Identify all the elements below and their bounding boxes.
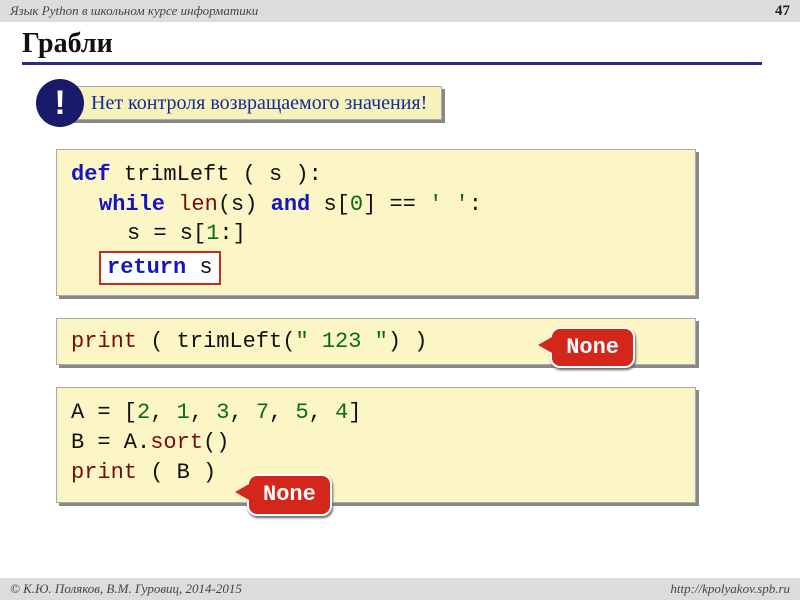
warning-message: Нет контроля возвращаемого значения! xyxy=(68,86,442,120)
assign-post: :] xyxy=(219,221,245,246)
idx-close-eq: ] == xyxy=(363,192,429,217)
kw-return: return xyxy=(107,255,186,280)
kw-def: def xyxy=(71,162,111,187)
a1: 1 xyxy=(177,400,190,425)
idx-one: 1 xyxy=(206,221,219,246)
fn-len: len xyxy=(178,192,218,217)
footer-url: http://kpolyakov.spb.ru xyxy=(670,581,790,597)
kw-while: while xyxy=(99,192,165,217)
none-badge-2: None xyxy=(247,474,332,516)
dot: . xyxy=(137,430,150,455)
str-space: ' ' xyxy=(429,192,469,217)
page-number: 47 xyxy=(775,3,790,20)
l1-post: ] xyxy=(348,400,361,425)
copyright: © К.Ю. Поляков, В.М. Гуровиц, 2014-2015 xyxy=(10,581,242,597)
return-var: s xyxy=(186,255,212,280)
code-block-trimleft: def trimLeft ( s ): while len(s) and s[0… xyxy=(56,149,696,296)
idx-zero: 0 xyxy=(350,192,363,217)
a4: 5 xyxy=(295,400,308,425)
warning-row: ! Нет контроля возвращаемого значения! xyxy=(36,79,800,127)
slide-title: Грабли xyxy=(22,28,762,65)
l2-pre: B = A xyxy=(71,430,137,455)
header-strip: Язык Python в школьном курсе информатики… xyxy=(0,0,800,22)
a2: 3 xyxy=(216,400,229,425)
a0: 2 xyxy=(137,400,150,425)
len-arg: (s) xyxy=(218,192,271,217)
idx-open: s[ xyxy=(310,192,350,217)
l1-pre: A = [ xyxy=(71,400,137,425)
footer-strip: © К.Ю. Поляков, В.М. Гуровиц, 2014-2015 … xyxy=(0,578,800,600)
assign-pre: s = s[ xyxy=(127,221,206,246)
print-open: ( trimLeft( xyxy=(137,329,295,354)
str-arg: " 123 " xyxy=(295,329,387,354)
kw-and: and xyxy=(271,192,311,217)
l3-args: ( B ) xyxy=(137,460,216,485)
exclamation-icon: ! xyxy=(36,79,84,127)
course-title: Язык Python в школьном курсе информатики xyxy=(10,3,258,19)
a3: 7 xyxy=(256,400,269,425)
code-block-sort: A = [2, 1, 3, 7, 5, 4] B = A.sort() prin… xyxy=(56,387,696,502)
fn-name: trimLeft xyxy=(124,162,230,187)
l2-post: () xyxy=(203,430,229,455)
return-highlight: return s xyxy=(99,251,221,285)
print-close: ) ) xyxy=(388,329,428,354)
fn-print2: print xyxy=(71,460,137,485)
fn-sort: sort xyxy=(150,430,203,455)
colon: : xyxy=(469,192,482,217)
code-block-print-trimleft: print ( trimLeft(" 123 ") ) None xyxy=(56,318,696,366)
none-badge-1: None xyxy=(550,327,635,369)
params: ( s ): xyxy=(229,162,321,187)
fn-print: print xyxy=(71,329,137,354)
a5: 4 xyxy=(335,400,348,425)
